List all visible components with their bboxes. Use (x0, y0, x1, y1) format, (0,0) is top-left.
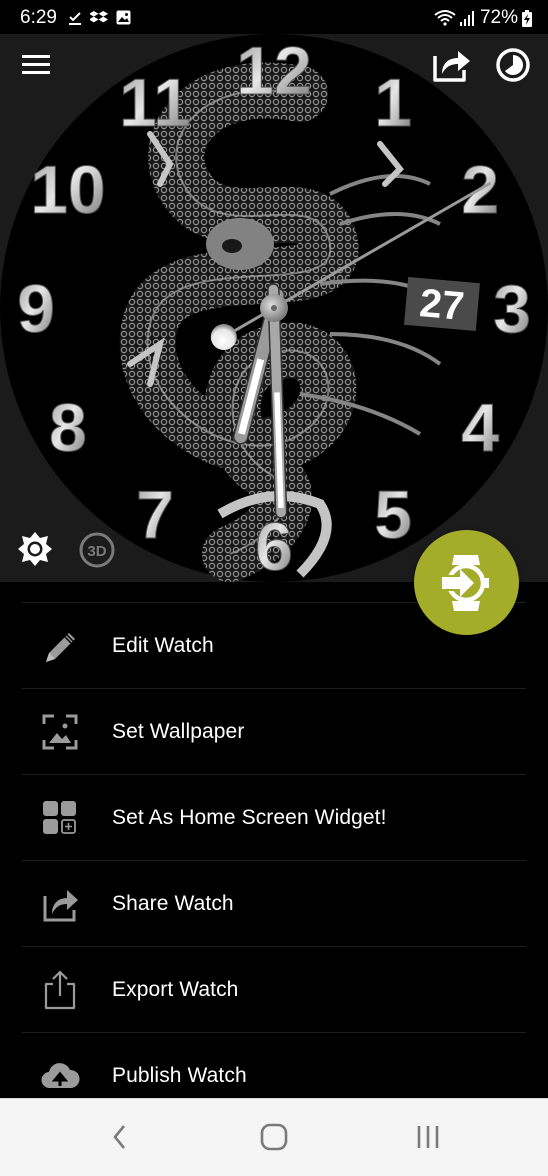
cloud-upload-icon (40, 1056, 80, 1096)
brightness-button[interactable] (16, 530, 54, 568)
numeral-1: 1 (374, 65, 412, 141)
battery-percent: 72% (479, 7, 518, 28)
export-icon (40, 969, 80, 1010)
menu-item-share-watch[interactable]: Share Watch (22, 860, 526, 946)
pencil-icon (40, 626, 80, 666)
numeral-10: 10 (30, 152, 106, 228)
numeral-4: 4 (461, 390, 499, 466)
dropbox-icon (90, 10, 108, 23)
download-done-icon (69, 11, 81, 25)
numeral-9: 9 (17, 271, 55, 347)
back-button[interactable] (98, 1117, 142, 1157)
menu-item-publish-watch[interactable]: Publish Watch (22, 1032, 526, 1098)
theme-toggle-icon (496, 48, 530, 82)
recents-button[interactable] (406, 1117, 450, 1157)
menu-item-export-watch[interactable]: Export Watch (22, 946, 526, 1032)
numeral-11: 11 (119, 65, 191, 141)
numeral-6: 6 (255, 509, 293, 582)
watch-face: 121245678910113 27 (0, 34, 548, 582)
share-icon (433, 51, 470, 82)
back-icon (113, 1125, 126, 1149)
sync-watch-fab[interactable] (414, 530, 519, 635)
system-nav-bar (0, 1098, 548, 1176)
watch-actions-menu: Edit Watch Set Wallpaper Set As Home Scr… (0, 582, 548, 1098)
share-icon (40, 884, 80, 924)
3d-label: 3D (87, 543, 106, 560)
numeral-8: 8 (49, 390, 87, 466)
home-button[interactable] (252, 1117, 296, 1157)
watch-preview: 121245678910113 27 3D (0, 34, 548, 582)
numeral-12: 12 (236, 34, 312, 109)
3d-icon: 3D (79, 532, 115, 568)
hamburger-menu-icon (22, 55, 50, 74)
date-window: 27 (404, 276, 480, 332)
status-bar: 6:29 72% (0, 0, 548, 34)
theme-toggle-button[interactable] (494, 46, 532, 84)
numeral-5: 5 (374, 477, 412, 553)
battery-charging-icon (522, 9, 532, 27)
menu-item-label: Publish Watch (112, 1063, 247, 1087)
system-status: 72% (434, 7, 532, 29)
signal-icon (459, 11, 474, 26)
menu-item-label: Share Watch (112, 891, 234, 915)
menu-item-set-widget[interactable]: Set As Home Screen Widget! (22, 774, 526, 860)
recents-icon (417, 1126, 439, 1148)
wallpaper-icon (40, 712, 80, 752)
menu-item-label: Set As Home Screen Widget! (112, 805, 387, 829)
gallery-icon (116, 10, 131, 25)
3d-toggle-button[interactable]: 3D (78, 531, 116, 569)
home-icon (260, 1123, 288, 1151)
date-text: 27 (418, 281, 466, 329)
numeral-3: 3 (493, 271, 531, 347)
menu-item-set-wallpaper[interactable]: Set Wallpaper (22, 688, 526, 774)
menu-button[interactable] (20, 50, 54, 80)
notification-icons (68, 10, 131, 25)
widget-icon (40, 798, 80, 838)
numeral-7: 7 (136, 477, 174, 553)
sync-to-watch-icon (441, 554, 489, 611)
brightness-icon (18, 532, 52, 566)
share-button[interactable] (430, 44, 472, 84)
menu-item-label: Set Wallpaper (112, 719, 245, 743)
menu-item-label: Edit Watch (112, 633, 214, 657)
status-time: 6:29 (20, 7, 57, 28)
menu-item-label: Export Watch (112, 977, 239, 1001)
center-pin (271, 305, 277, 311)
wifi-icon (434, 10, 456, 26)
